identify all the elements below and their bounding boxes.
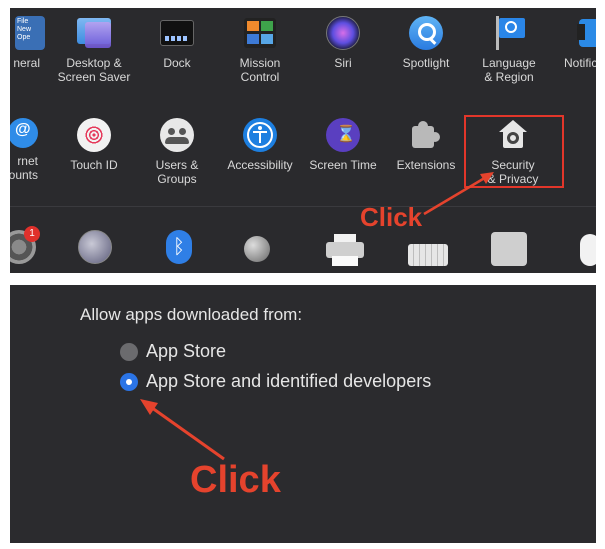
radio-row-app-store[interactable]: App Store (120, 341, 226, 362)
pref-notifications[interactable]: Notifica (550, 16, 596, 70)
screen-time-icon: ⌛ (326, 118, 360, 152)
general-icon-text: File New Ope (17, 18, 32, 41)
pref-dock[interactable]: Dock (135, 16, 219, 70)
pref-accessibility[interactable]: Accessibility (218, 118, 302, 172)
radio-app-store[interactable] (120, 342, 138, 361)
pref-general-label: neral (13, 56, 40, 70)
row-divider (10, 206, 596, 207)
pref-users-groups[interactable]: Users & Groups (135, 118, 219, 186)
mouse-icon[interactable] (580, 234, 596, 266)
click-annotation-2: Click (190, 459, 281, 501)
software-update-icon[interactable]: 1 (10, 226, 40, 264)
pref-extensions-label: Extensions (396, 158, 456, 172)
network-icon[interactable] (78, 230, 112, 264)
pref-spotlight[interactable]: Spotlight (384, 16, 468, 70)
radio-app-store-label: App Store (146, 341, 227, 361)
pref-screen-time-label: Screen Time (309, 158, 377, 172)
gatekeeper-panel: Allow apps downloaded from: App Store Ap… (10, 285, 596, 543)
pref-screen-time[interactable]: ⌛ Screen Time (301, 118, 385, 172)
update-badge: 1 (24, 226, 40, 242)
pref-siri-label: Siri (334, 56, 352, 70)
pref-extensions[interactable]: Extensions (384, 118, 468, 172)
pref-mission-control[interactable]: Mission Control (218, 16, 302, 84)
mission-control-icon (243, 16, 277, 50)
pref-siri[interactable]: Siri (301, 16, 385, 70)
allow-apps-title: Allow apps downloaded from: (80, 305, 303, 324)
click-annotation-1: Click (360, 202, 423, 232)
pref-desktop-screensaver[interactable]: Desktop & Screen Saver (52, 16, 136, 84)
pref-language-region[interactable]: Language & Region (467, 16, 551, 84)
pref-touch-id[interactable]: Touch ID (52, 118, 136, 172)
users-groups-icon (160, 118, 194, 152)
pref-spotlight-label: Spotlight (402, 56, 450, 70)
radio-app-store-identified[interactable] (120, 372, 138, 391)
spotlight-icon (409, 16, 443, 50)
pref-users-groups-label: Users & Groups (155, 158, 199, 186)
printers-icon[interactable] (326, 234, 366, 266)
accessibility-icon (243, 118, 277, 152)
pref-notifications-label: Notifica (564, 56, 596, 70)
bluetooth-icon[interactable]: ᛒ (166, 230, 192, 264)
trackpad-icon[interactable] (491, 232, 527, 266)
extensions-icon (409, 118, 443, 152)
radio-app-store-identified-label: App Store and identified developers (146, 371, 432, 391)
desktop-screensaver-icon (77, 16, 111, 50)
pref-mission-control-label: Mission Control (239, 56, 281, 84)
language-region-icon (492, 16, 526, 50)
dock-icon (160, 16, 194, 50)
pref-internet-accounts[interactable]: @ rnet ounts (10, 118, 54, 182)
pref-internet-accounts-label: rnet ounts (10, 154, 38, 182)
siri-icon (326, 16, 360, 50)
keyboard-icon[interactable] (408, 244, 448, 266)
pref-language-region-label: Language & Region (482, 56, 536, 84)
system-preferences-panel: File New Ope neral Desktop & Screen Save… (10, 8, 596, 273)
general-icon: File New Ope (15, 16, 45, 50)
pref-dock-label: Dock (163, 56, 191, 70)
notifications-icon (575, 16, 596, 50)
pref-general[interactable]: File New Ope neral (10, 16, 54, 70)
security-privacy-highlight (464, 115, 564, 188)
pref-touch-id-label: Touch ID (70, 158, 118, 172)
radio-row-app-store-identified[interactable]: App Store and identified developers (120, 371, 431, 392)
pref-desktop-screensaver-label: Desktop & Screen Saver (57, 56, 131, 84)
sound-icon[interactable] (242, 232, 278, 264)
touch-id-icon (77, 118, 111, 152)
internet-accounts-icon: @ (10, 118, 38, 148)
pref-accessibility-label: Accessibility (227, 158, 293, 172)
